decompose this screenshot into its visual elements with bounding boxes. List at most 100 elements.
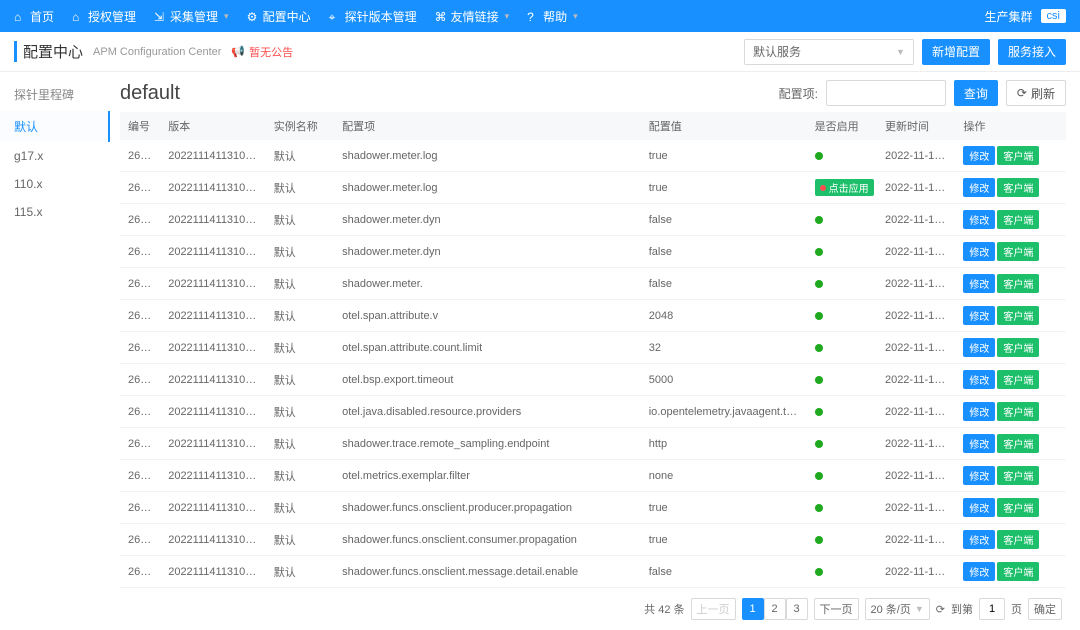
cell-time: 2022-11-14 11:3 [877,268,955,300]
column-header: 配置项 [334,112,641,140]
nav-item-link[interactable]: ⌘友情链接▾ [435,8,510,25]
chevron-down-icon: ▼ [915,604,924,614]
cell-ops: 修改客户端删除 [955,460,1066,492]
cell-ops: 修改客户端删除 [955,204,1066,236]
cell-version: 20221114113106★ [160,332,266,364]
service-select[interactable]: 默认服务 ▼ [744,39,914,65]
client-button[interactable]: 客户端 [997,434,1039,453]
client-button[interactable]: 客户端 [997,466,1039,485]
sidebar-item[interactable]: 110.x [0,170,110,198]
status-dot-icon [815,280,823,288]
cell-ops: 修改客户端删除 [955,300,1066,332]
refresh-icon[interactable]: ⟳ [936,603,945,616]
cell-enabled [807,364,877,396]
cell-time: 2022-11-14 11:3 [877,364,955,396]
edit-button[interactable]: 修改 [963,434,995,453]
cell-key: otel.span.attribute.count.limit [334,332,641,364]
edit-button[interactable]: 修改 [963,146,995,165]
cell-ops: 修改客户端删除 [955,236,1066,268]
client-button[interactable]: 客户端 [997,178,1039,197]
pager-size-select[interactable]: 20 条/页 ▼ [865,598,930,620]
client-button[interactable]: 客户端 [997,498,1039,517]
client-button[interactable]: 客户端 [997,402,1039,421]
nav-label: 首页 [30,8,54,25]
cell-instance: 默认 [266,492,334,524]
status-dot-icon [815,216,823,224]
cell-time: 2022-11-14 11:3 [877,428,955,460]
new-config-button[interactable]: 新增配置 [922,39,990,65]
client-button[interactable]: 客户端 [997,274,1039,293]
table-row: 2629 20221114113106★ 默认 shadower.meter.l… [120,172,1066,204]
cell-version: 20221114113106★ [160,524,266,556]
client-button[interactable]: 客户端 [997,210,1039,229]
edit-button[interactable]: 修改 [963,370,995,389]
cell-time: 2022-11-14 11:3 [877,492,955,524]
status-dot-icon [815,504,823,512]
filter-input[interactable] [826,80,946,106]
edit-button[interactable]: 修改 [963,306,995,325]
edit-button[interactable]: 修改 [963,338,995,357]
edit-button[interactable]: 修改 [963,498,995,517]
search-button[interactable]: 查询 [954,80,998,106]
edit-button[interactable]: 修改 [963,178,995,197]
pager-page[interactable]: 2 [764,598,786,620]
client-button[interactable]: 客户端 [997,562,1039,581]
pager-confirm[interactable]: 确定 [1028,598,1062,620]
cell-version: 20221114113106★ [160,428,266,460]
nav-label: 配置中心 [263,8,311,25]
pager-prev[interactable]: 上一页 [691,598,736,620]
table-header-row: 编号版本实例名称配置项配置值是否启用更新时间操作 [120,112,1066,140]
cluster-tag[interactable]: csi [1041,9,1066,23]
nav-item-home[interactable]: ⌂首页 [14,8,54,25]
sidebar-item[interactable]: g17.x [0,142,110,170]
page-title: 配置中心 [14,41,83,62]
edit-button[interactable]: 修改 [963,210,995,229]
cell-enabled [807,492,877,524]
apply-badge[interactable]: 点击应用 [815,179,874,196]
edit-button[interactable]: 修改 [963,274,995,293]
edit-button[interactable]: 修改 [963,242,995,261]
cell-value: true [641,140,807,172]
cell-key: shadower.meter.log [334,172,641,204]
service-import-button[interactable]: 服务接入 [998,39,1066,65]
sidebar-item[interactable]: 默认 [0,111,110,142]
cell-version: 20221114113106★ [160,396,266,428]
cell-version: 20221114113106★ [160,236,266,268]
client-button[interactable]: 客户端 [997,146,1039,165]
nav-item-key[interactable]: ⌂授权管理 [72,8,136,25]
pager-page[interactable]: 3 [786,598,808,620]
status-dot-icon [815,440,823,448]
pager-next[interactable]: 下一页 [814,598,859,620]
column-header: 更新时间 [877,112,955,140]
edit-button[interactable]: 修改 [963,530,995,549]
cell-value: false [641,236,807,268]
nav-item-help[interactable]: ?帮助▾ [527,8,578,25]
nav-label: 授权管理 [88,8,136,25]
filter-label: 配置项: [779,85,818,102]
cell-time: 2022-11-14 11:3 [877,172,955,204]
client-button[interactable]: 客户端 [997,338,1039,357]
client-button[interactable]: 客户端 [997,306,1039,325]
client-button[interactable]: 客户端 [997,242,1039,261]
cell-instance: 默认 [266,300,334,332]
nav-item-collect[interactable]: ⇲采集管理▾ [154,8,229,25]
cell-value: io.opentelemetry.javaagent.tooling.AutoV [641,396,807,428]
nav-label: 探针版本管理 [345,8,417,25]
jump-input[interactable] [979,598,1005,620]
edit-button[interactable]: 修改 [963,466,995,485]
client-button[interactable]: 客户端 [997,370,1039,389]
announcement: 📢 暂无公告 [231,44,293,60]
nav-item-gear[interactable]: ⚙配置中心 [247,8,311,25]
edit-button[interactable]: 修改 [963,402,995,421]
cell-instance: 默认 [266,268,334,300]
sidebar-item[interactable]: 115.x [0,198,110,226]
cell-time: 2022-11-14 11:3 [877,236,955,268]
refresh-button[interactable]: ⟳ 刷新 [1006,80,1066,106]
pager-page[interactable]: 1 [742,598,764,620]
cell-instance: 默认 [266,556,334,588]
client-button[interactable]: 客户端 [997,530,1039,549]
edit-button[interactable]: 修改 [963,562,995,581]
table-row: 2630 20221114113106★ 默认 shadower.meter.d… [120,204,1066,236]
nav-item-probe[interactable]: ⌖探针版本管理 [329,8,417,25]
cell-id: 2628 [120,140,160,172]
